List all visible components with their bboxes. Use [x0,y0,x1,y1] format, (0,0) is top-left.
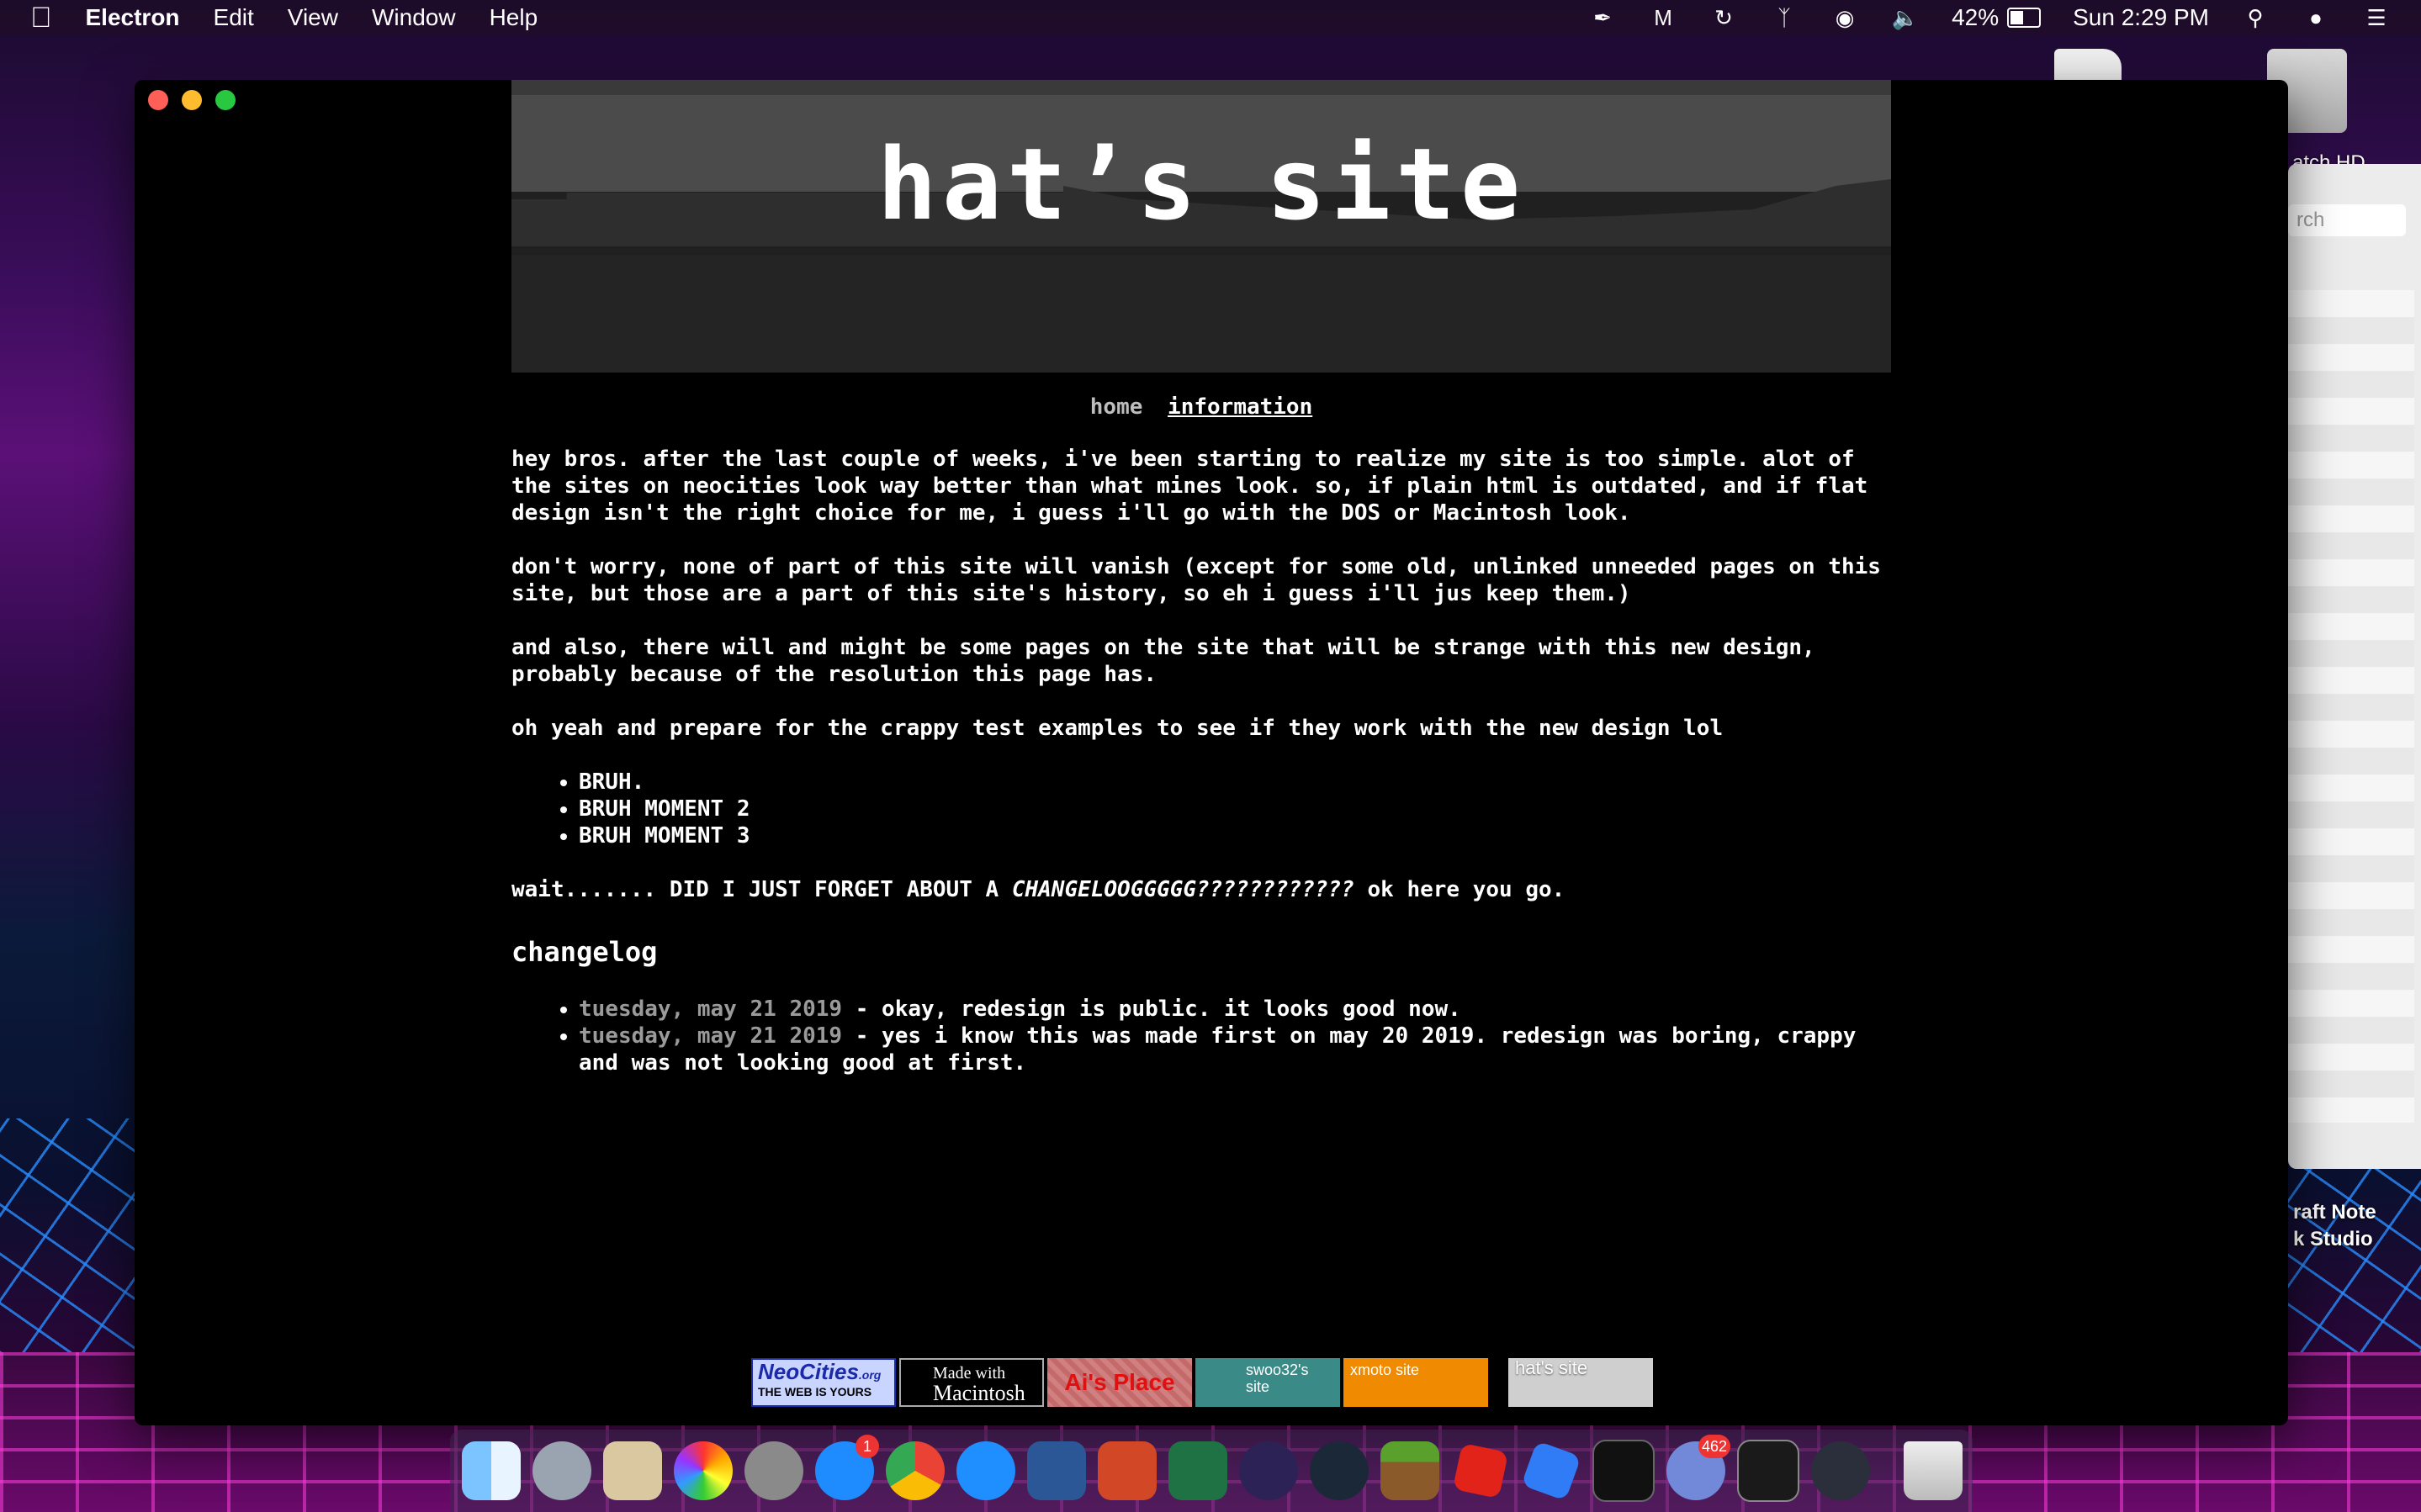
spotlight-search-icon[interactable]: ⚲ [2241,5,2270,30]
wallpaper-mesh-left [0,1118,143,1354]
nav-information-link[interactable]: information [1168,394,1312,420]
preview-icon[interactable] [603,1441,662,1500]
list-item: BRUH MOMENT 2 [579,796,1891,822]
wait-paragraph: wait....... DID I JUST FORGET ABOUT A CH… [511,877,1565,902]
battery-icon[interactable] [2007,8,2042,28]
wifi-icon[interactable]: ◉ [1830,5,1859,30]
dock: 1 462 [450,1430,1973,1512]
app-store-icon[interactable]: 1 [815,1435,879,1500]
menu-help[interactable]: Help [490,4,538,31]
changelog-date: tuesday, may 21 2019 [579,997,843,1022]
neocities-badge[interactable]: NeoCities.org THE WEB IS YOURS [751,1358,896,1407]
finder-icon[interactable] [462,1441,521,1500]
discord-badge: 462 [1698,1435,1730,1458]
maximize-button[interactable] [215,90,236,110]
close-button[interactable] [148,90,168,110]
bruh-list: BRUH. BRUH MOMENT 2 BRUH MOMENT 3 [511,769,1891,849]
eclipse-icon[interactable] [1239,1441,1298,1500]
list-item: BRUH MOMENT 3 [579,822,1891,849]
list-item: BRUH. [579,769,1891,796]
menu-view[interactable]: View [288,4,338,31]
changelog-list: tuesday, may 21 2019 - okay, redesign is… [511,996,1891,1076]
roblox-studio-icon[interactable] [1521,1441,1581,1501]
desktop-item-label-2: k Studio [2293,1228,2373,1250]
system-preferences-icon[interactable] [744,1441,803,1500]
finder-search-input[interactable]: rch [2288,204,2406,236]
finder-list[interactable] [2288,290,2414,1123]
site-banner: hat’s site [511,80,1891,373]
changelog-entry: tuesday, may 21 2019 - okay, redesign is… [579,996,1891,1023]
activity-monitor-icon[interactable] [1592,1440,1655,1502]
apple-menu-icon[interactable]:  [30,2,52,34]
electron-icon[interactable] [1811,1441,1870,1500]
battery-percent[interactable]: 42% [1952,4,1999,31]
background-finder-window[interactable]: rch [2288,164,2421,1169]
volume-icon[interactable]: 🔈 [1891,5,1920,30]
site-badges: NeoCities.org THE WEB IS YOURS Made with M… [751,1358,1656,1407]
paragraph: hey bros. after the last couple of weeks… [511,447,1868,526]
clock[interactable]: Sun 2:29 PM [2073,4,2209,31]
feather-icon[interactable]: ✒ [1588,5,1617,30]
changelog-heading: changelog [511,936,658,968]
siri-icon[interactable]: ● [2302,5,2330,30]
trash-icon[interactable] [1904,1441,1963,1500]
electron-window: hat’s site home information hey bros. af… [135,80,2288,1425]
paragraph: oh yeah and prepare for the crappy test … [511,716,1724,741]
notification-center-icon[interactable]: ☰ [2362,5,2391,30]
page-content: hey bros. after the last couple of weeks… [511,446,1891,1076]
photos-icon[interactable] [674,1441,733,1500]
wallpaper-mesh-right [2286,1169,2421,1354]
malwarebytes-icon[interactable]: M [1649,5,1677,30]
minimize-button[interactable] [182,90,202,110]
paragraph: and also, there will and might be some p… [511,635,1815,687]
app-store-badge: 1 [856,1435,879,1458]
swoo32-site-badge[interactable]: swoo32's site [1195,1358,1340,1407]
launchpad-icon[interactable] [532,1441,591,1500]
terminal-icon[interactable] [1737,1440,1799,1502]
nav-home-link[interactable]: home [1090,394,1143,420]
time-machine-icon[interactable]: ↻ [1709,5,1738,30]
ais-place-badge[interactable]: Ai's Place [1047,1358,1192,1407]
window-controls [148,90,249,110]
changelog-entry: tuesday, may 21 2019 - yes i know this w… [579,1023,1891,1076]
xmoto-site-badge[interactable]: xmoto site [1343,1358,1488,1407]
changelog-date: tuesday, may 21 2019 [579,1023,843,1049]
excel-icon[interactable] [1168,1441,1227,1500]
chrome-icon[interactable] [886,1441,945,1500]
bluetooth-icon[interactable]: ᛉ [1770,5,1799,30]
hats-site-badge[interactable]: hat's site [1508,1358,1653,1407]
web-page: hat’s site home information hey bros. af… [511,80,1891,1103]
desktop-document-icon[interactable] [2054,49,2122,82]
made-with-macintosh-badge[interactable]: Made with Macintosh [899,1358,1044,1407]
app-menu[interactable]: Electron [86,4,180,31]
discord-icon[interactable]: 462 [1666,1435,1730,1500]
site-nav: home information [511,394,1891,420]
roblox-icon[interactable] [1452,1442,1509,1499]
menu-bar:  Electron Edit View Window Help ✒ M ↻ ᛉ… [0,0,2421,35]
word-icon[interactable] [1027,1441,1086,1500]
safari-icon[interactable] [956,1441,1015,1500]
paragraph: don't worry, none of part of this site w… [511,554,1881,606]
desktop-item-label-1: raft Note [2293,1201,2376,1224]
menu-edit[interactable]: Edit [214,4,254,31]
site-title: hat’s site [877,126,1526,242]
powerpoint-icon[interactable] [1098,1441,1157,1500]
steam-icon[interactable] [1310,1441,1369,1500]
minecraft-icon[interactable] [1380,1441,1439,1500]
menu-window[interactable]: Window [372,4,456,31]
